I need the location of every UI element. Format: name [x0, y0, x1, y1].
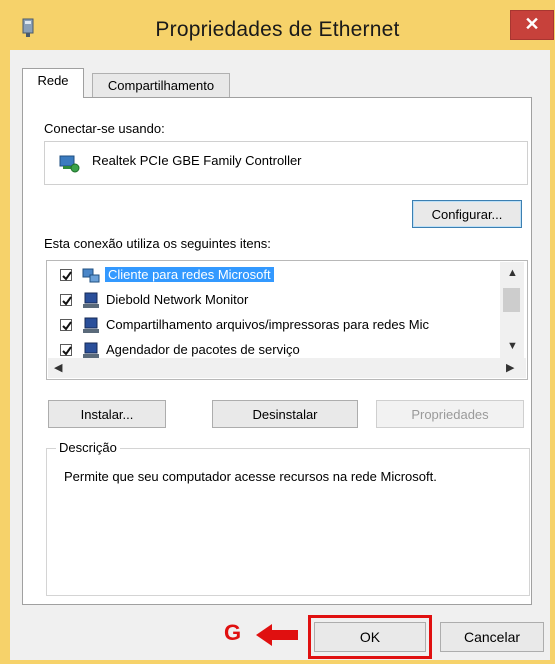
configure-button[interactable]: Configurar... [412, 200, 522, 228]
network-service-icon [83, 317, 99, 333]
item-checkbox[interactable] [60, 294, 72, 306]
checkmark-icon [62, 321, 72, 331]
connect-using-label: Conectar-se usando: [44, 121, 165, 136]
properties-window: Propriedades de Ethernet ✕ Compartilhame… [0, 0, 555, 664]
title-bar[interactable]: Propriedades de Ethernet ✕ [0, 0, 555, 50]
item-label: Cliente para redes Microsoft [105, 267, 274, 282]
scroll-right-icon[interactable]: ▶ [506, 361, 514, 374]
list-item[interactable]: Cliente para redes Microsoft [60, 265, 500, 287]
description-title: Descrição [56, 440, 120, 455]
tab-rede[interactable]: Rede [22, 68, 84, 98]
scroll-down-icon[interactable]: ▼ [507, 340, 518, 352]
checkmark-icon [62, 296, 72, 306]
list-item[interactable]: Agendador de pacotes de serviço [60, 340, 500, 358]
scroll-left-icon[interactable]: ◀ [54, 361, 62, 374]
item-label: Diebold Network Monitor [106, 292, 249, 307]
item-checkbox[interactable] [60, 269, 72, 281]
network-service-icon [83, 342, 99, 358]
arrow-left-icon [256, 624, 298, 646]
item-checkbox[interactable] [60, 319, 72, 331]
adapter-name: Realtek PCIe GBE Family Controller [92, 153, 302, 168]
description-text: Permite que seu computador acesse recurs… [64, 469, 437, 484]
window-title: Propriedades de Ethernet [155, 18, 400, 41]
tab-compartilhamento[interactable]: Compartilhamento [92, 73, 230, 98]
checkmark-icon [62, 346, 72, 356]
network-adapter-icon [59, 155, 80, 173]
scroll-up-icon[interactable]: ▲ [507, 267, 518, 279]
network-client-icon [82, 268, 100, 283]
annotation-letter: G [224, 620, 242, 645]
close-icon: ✕ [524, 14, 540, 34]
vertical-scroll-thumb[interactable] [503, 288, 520, 312]
ok-highlight-box [308, 615, 432, 659]
list-item[interactable]: Compartilhamento arquivos/impressoras pa… [60, 315, 500, 337]
list-item[interactable]: Diebold Network Monitor [60, 290, 500, 312]
item-label: Agendador de pacotes de serviço [106, 342, 300, 357]
item-checkbox[interactable] [60, 344, 72, 356]
item-label: Compartilhamento arquivos/impressoras pa… [106, 317, 429, 332]
properties-button: Propriedades [376, 400, 524, 428]
close-button[interactable]: ✕ [510, 10, 554, 40]
cancel-button[interactable]: Cancelar [440, 622, 544, 652]
install-button[interactable]: Instalar... [48, 400, 166, 428]
items-label: Esta conexão utiliza os seguintes itens: [44, 236, 271, 251]
checkmark-icon [62, 271, 72, 281]
network-service-icon [83, 292, 99, 308]
uninstall-button[interactable]: Desinstalar [212, 400, 358, 428]
horizontal-scrollbar[interactable]: ◀ ▶ [48, 358, 526, 378]
